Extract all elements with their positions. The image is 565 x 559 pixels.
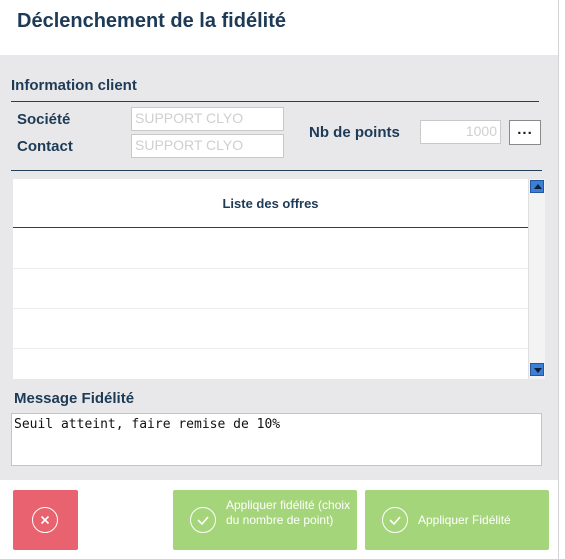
points-label: Nb de points — [309, 124, 400, 141]
offers-divider — [11, 170, 542, 171]
title-bar: Déclenchement de la fidélité — [0, 0, 558, 55]
client-section-title: Information client — [11, 77, 137, 94]
offers-list: Liste des offres — [13, 179, 528, 379]
message-textarea[interactable]: Seuil atteint, faire remise de 10% — [11, 413, 542, 466]
points-field[interactable]: 1000 — [420, 120, 501, 144]
check-circle-icon — [382, 507, 408, 533]
apply-loyalty-choice-button[interactable]: Appliquer fidélité (choix du nombre de p… — [173, 490, 357, 550]
apply-loyalty-button[interactable]: Appliquer Fidélité — [365, 490, 549, 550]
societe-field[interactable]: SUPPORT CLYO — [131, 107, 284, 131]
offers-scrollbar[interactable] — [528, 179, 545, 379]
list-item[interactable] — [13, 229, 528, 269]
more-points-button[interactable]: ... — [509, 120, 541, 145]
arrow-down-icon — [534, 368, 542, 373]
list-item[interactable] — [13, 349, 528, 379]
window-border — [558, 0, 559, 559]
scroll-down-button[interactable] — [530, 363, 544, 376]
apply-loyalty-label: Appliquer Fidélité — [418, 513, 511, 527]
list-item[interactable] — [13, 309, 528, 349]
client-section-divider — [11, 101, 539, 102]
offers-list-header: Liste des offres — [13, 179, 528, 228]
window-title: Déclenchement de la fidélité — [17, 10, 286, 32]
list-item[interactable] — [13, 269, 528, 309]
close-circle-icon — [32, 507, 58, 533]
contact-field[interactable]: SUPPORT CLYO — [131, 134, 284, 158]
apply-loyalty-choice-label: Appliquer fidélité (choix du nombre de p… — [226, 498, 351, 527]
check-circle-icon — [190, 507, 216, 533]
scroll-up-button[interactable] — [530, 180, 544, 193]
cancel-button[interactable] — [13, 490, 78, 550]
arrow-up-icon — [534, 184, 542, 189]
message-label: Message Fidélité — [14, 390, 135, 407]
societe-label: Société — [17, 111, 71, 128]
contact-label: Contact — [17, 138, 73, 155]
